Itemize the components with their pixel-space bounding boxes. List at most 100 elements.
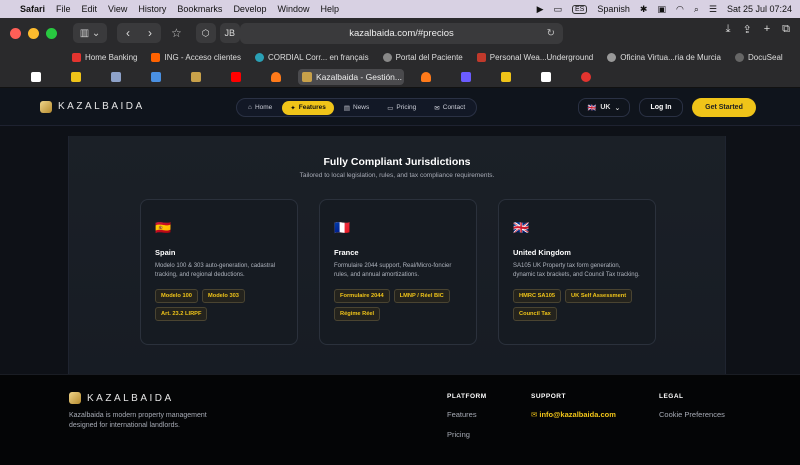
forward-icon[interactable]: › — [139, 23, 161, 43]
footer-platform: PLATFORM Features Pricing — [447, 393, 487, 439]
main-nav: ⌂ Home ✦ Features ▤ News ▭ Pricing ✉ Contact — [236, 98, 478, 117]
tab-google-2[interactable] — [528, 69, 564, 85]
tab-2[interactable] — [58, 69, 94, 85]
play-icon[interactable]: ▶ — [537, 4, 544, 15]
input-source-badge[interactable]: ES — [572, 4, 588, 14]
cast-icon[interactable]: ▭ — [554, 4, 563, 15]
menu-edit[interactable]: Edit — [82, 4, 98, 14]
globe-icon — [382, 52, 392, 62]
footer-email-link[interactable]: ✉ info@kazalbaida.com — [531, 410, 616, 419]
window-controls — [10, 27, 57, 39]
favorite-home-banking[interactable]: Home Banking — [72, 52, 137, 62]
nav-contact[interactable]: ✉ Contact — [426, 101, 473, 115]
tab-11[interactable] — [488, 69, 524, 85]
login-button[interactable]: Log In — [639, 98, 683, 117]
tab-4[interactable] — [138, 69, 174, 85]
logo-mark-icon — [69, 392, 81, 404]
extension-jb-icon[interactable]: JB — [219, 23, 240, 43]
tab-3[interactable] — [98, 69, 134, 85]
zoom-window-button[interactable] — [46, 27, 57, 39]
support-email: info@kazalbaida.com — [539, 410, 616, 419]
get-started-button[interactable]: Get Started — [692, 98, 756, 117]
share-icon[interactable]: ⇪ — [742, 23, 751, 36]
mail-icon: ✉ — [434, 104, 440, 112]
footer-link-cookie-preferences[interactable]: Cookie Preferences — [659, 410, 725, 419]
tab-kazalbaida-active[interactable]: Kazalbaida - Gestión... — [298, 69, 404, 85]
menu-app-name[interactable]: Safari — [20, 4, 45, 14]
active-tab-title: Kazalbaida - Gestión... — [316, 72, 402, 82]
nav-pricing-label: Pricing — [396, 104, 417, 111]
tab-9[interactable] — [408, 69, 444, 85]
close-window-button[interactable] — [10, 27, 21, 39]
toolbar-right: ⤓ ⇪ + ⧉ — [726, 23, 790, 36]
tag-chip: Modelo 303 — [201, 289, 245, 303]
control-center-icon[interactable]: ☰ — [709, 4, 717, 15]
tab-7[interactable] — [258, 69, 294, 85]
favorite-portal-paciente[interactable]: Portal del Paciente — [382, 52, 463, 62]
tab-icon — [71, 72, 81, 82]
menu-develop[interactable]: Develop — [233, 4, 266, 14]
nav-pricing[interactable]: ▭ Pricing — [379, 101, 424, 115]
favorites-bar: Home Banking ING - Acceso clientes CORDI… — [0, 48, 800, 66]
card-title: Spain — [155, 248, 176, 257]
nav-home[interactable]: ⌂ Home — [240, 101, 280, 114]
tab-icon — [191, 72, 201, 82]
wifi-icon[interactable]: ◠ — [676, 4, 684, 15]
input-source-label[interactable]: Spanish — [597, 4, 630, 14]
tab-google[interactable] — [18, 69, 54, 85]
cloud-icon — [271, 72, 281, 82]
nav-news[interactable]: ▤ News — [336, 101, 377, 115]
footer-link-pricing[interactable]: Pricing — [447, 430, 487, 439]
site-footer: KAZALBAIDA Kazalbaida is modern property… — [0, 374, 800, 465]
menu-help[interactable]: Help — [320, 4, 339, 14]
menu-file[interactable]: File — [56, 4, 71, 14]
menu-window[interactable]: Window — [277, 4, 309, 14]
footer-support: SUPPORT ✉ info@kazalbaida.com — [531, 393, 616, 419]
footer-heading: LEGAL — [659, 393, 684, 400]
menu-view[interactable]: View — [108, 4, 127, 14]
star-icon[interactable]: ☆ — [171, 26, 182, 40]
jurisdiction-card-uk: 🇬🇧 United Kingdom SA105 UK Property tax … — [498, 199, 656, 345]
tag-chip: Council Tax — [513, 307, 557, 321]
jurisdiction-card-spain: 🇪🇸 Spain Modelo 100 & 303 auto-generatio… — [140, 199, 298, 345]
globe-icon — [607, 52, 617, 62]
minimize-window-button[interactable] — [28, 27, 39, 39]
footer-heading: PLATFORM — [447, 393, 487, 400]
section-title: Fully Compliant Jurisdictions — [323, 156, 471, 168]
favorite-cordial[interactable]: CORDIAL Corr... en français — [254, 52, 369, 62]
extension-cube-icon[interactable]: ⬡ — [195, 23, 216, 43]
clock[interactable]: Sat 25 Jul 07:24 — [727, 4, 792, 14]
tab-13[interactable] — [568, 69, 604, 85]
nav-features[interactable]: ✦ Features — [282, 100, 334, 115]
footer-logo[interactable]: KAZALBAIDA — [69, 392, 174, 404]
favorite-weather-underground[interactable]: Personal Wea...Underground — [476, 52, 593, 62]
tab-5[interactable] — [178, 69, 214, 85]
uk-flag-icon: 🇬🇧 — [513, 220, 530, 235]
favorite-docuseal[interactable]: DocuSeal — [735, 52, 783, 62]
bluetooth-icon[interactable]: ✱ — [640, 4, 648, 15]
jurisdiction-card-france: 🇫🇷 France Formulaire 2044 support, Real/… — [319, 199, 477, 345]
tab-youtube[interactable] — [218, 69, 254, 85]
sidebar-toggle-icon[interactable]: ▥ ⌄ — [73, 23, 107, 43]
site-logo[interactable]: KAZALBAIDA — [40, 100, 145, 113]
globe-icon — [735, 52, 744, 62]
card-description: SA105 UK Property tax form generation, d… — [513, 263, 640, 278]
menu-history[interactable]: History — [138, 4, 166, 14]
new-tab-icon[interactable]: + — [764, 23, 770, 36]
address-bar[interactable]: kazalbaida.com/#precios ↻ — [240, 23, 563, 44]
tab-overview-icon[interactable]: ⧉ — [782, 23, 790, 36]
favorite-oficina-virtual[interactable]: Oficina Virtua...ria de Murcia — [607, 52, 721, 62]
nav-home-label: Home — [254, 104, 273, 111]
download-icon[interactable]: ⤓ — [726, 23, 731, 36]
reload-icon[interactable]: ↻ — [547, 28, 555, 39]
logo-mark-icon — [40, 100, 52, 113]
lock-icon[interactable]: ▣ — [657, 4, 666, 15]
footer-link-features[interactable]: Features — [447, 410, 487, 419]
tab-10[interactable] — [448, 69, 484, 85]
menu-bookmarks[interactable]: Bookmarks — [177, 4, 222, 14]
search-icon[interactable]: ⌕ — [694, 4, 699, 15]
favorite-ing[interactable]: ING - Acceso clientes — [151, 52, 241, 62]
tag-chip: HMRC SA105 — [513, 289, 562, 303]
back-icon[interactable]: ‹ — [117, 23, 139, 43]
language-selector[interactable]: 🇬🇧 UK ⌄ — [578, 98, 630, 117]
